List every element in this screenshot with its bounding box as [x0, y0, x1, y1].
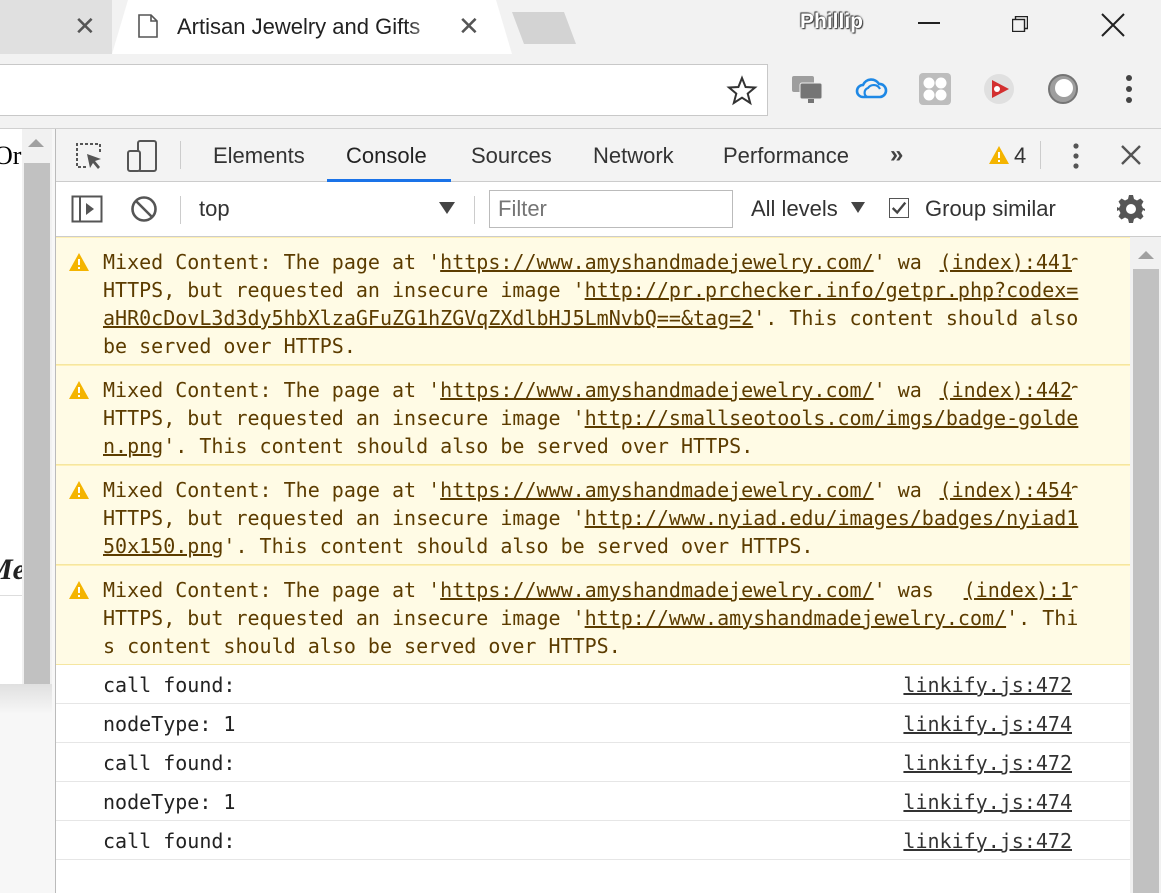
message-prefix: Mixed Content: The page at ' [103, 378, 441, 402]
context-selector[interactable]: top [199, 196, 230, 222]
tab-title: Artisan Jewelry and Gifts [177, 14, 421, 39]
page-shadow [0, 684, 52, 714]
check-icon [891, 201, 907, 215]
console-log-message: nodeType: 1 linkify.js:474 [56, 704, 1130, 743]
console-log-message: call found: linkify.js:472 [56, 743, 1130, 782]
star-icon[interactable] [726, 75, 758, 107]
page-url-link[interactable]: https://www.amyshandmadejewelry.com/ [440, 578, 873, 602]
device-toolbar-icon[interactable] [126, 139, 158, 173]
resource-url-link[interactable]: http://www.amyshandmadejewelry.com/ [585, 606, 1006, 630]
tab-sources[interactable]: Sources [471, 143, 552, 169]
tab-previous[interactable]: ✕ [0, 0, 112, 54]
scroll-up-arrow-icon[interactable] [1138, 251, 1154, 259]
page-divider [0, 595, 22, 596]
message-prefix: Mixed Content: The page at ' [103, 478, 441, 502]
warning-icon [69, 381, 89, 399]
log-levels-selector[interactable]: All levels [751, 196, 838, 222]
window-close-icon[interactable] [1100, 12, 1126, 38]
grid-extension-icon[interactable] [918, 72, 952, 106]
cloud-extension-icon[interactable] [854, 72, 888, 106]
monitor-extension-icon[interactable] [790, 72, 824, 106]
minimize-icon[interactable] [918, 22, 940, 24]
console-scrollbar[interactable] [1130, 237, 1161, 893]
tab-console[interactable]: Console [346, 143, 427, 169]
message-prefix: Mixed Content: The page at ' [103, 250, 441, 274]
address-bar[interactable] [0, 64, 768, 116]
warning-icon [69, 253, 89, 271]
toolbar-separator [180, 196, 181, 224]
devtools-menu-icon[interactable] [1064, 141, 1088, 171]
source-link[interactable]: linkify.js:474 [885, 710, 1072, 738]
restore-icon[interactable] [1012, 16, 1028, 32]
console-warning-message: Mixed Content: The page at 'https://www.… [56, 465, 1130, 565]
console-filter-input[interactable] [489, 190, 733, 228]
console-warning-message: Mixed Content: The page at 'https://www.… [56, 365, 1130, 465]
page-url-link[interactable]: https://www.amyshandmadejewelry.com/ [440, 478, 873, 502]
clear-console-icon[interactable] [130, 195, 158, 223]
source-link[interactable]: (index):441 [921, 248, 1072, 276]
warning-icon[interactable] [988, 145, 1010, 165]
console-scroll-thumb[interactable] [1133, 269, 1159, 893]
console-messages: Mixed Content: The page at 'https://www.… [56, 237, 1130, 893]
source-link[interactable]: linkify.js:472 [885, 671, 1072, 699]
message-suffix: '. This content should also be served ov… [223, 534, 814, 558]
source-link[interactable]: (index):454 [921, 476, 1072, 504]
source-link[interactable]: linkify.js:474 [885, 788, 1072, 816]
page-scroll-thumb[interactable] [24, 163, 50, 684]
page-text-fragment: Or [0, 141, 22, 170]
toolbar-separator [180, 141, 181, 169]
document-icon [138, 14, 158, 38]
source-link[interactable]: linkify.js:472 [885, 749, 1072, 777]
tab-strip: ✕ Artisan Jewelry and Gifts ✕ Phillip [0, 0, 1161, 54]
warning-icon [69, 481, 89, 499]
toolbar-separator [474, 196, 475, 224]
scroll-up-arrow-icon[interactable] [28, 139, 44, 147]
page-content: Or Me [0, 129, 26, 684]
page-viewport: Or Me [0, 129, 55, 893]
gear-icon[interactable] [1116, 194, 1146, 224]
close-devtools-icon[interactable] [1120, 144, 1142, 166]
group-similar-label[interactable]: Group similar [925, 196, 1056, 222]
tab-active[interactable]: Artisan Jewelry and Gifts ✕ [112, 0, 512, 54]
devtools-tab-bar: Elements Console Sources Network Perform… [56, 129, 1161, 182]
inspect-element-icon[interactable] [74, 141, 104, 171]
page-url-link[interactable]: https://www.amyshandmadejewelry.com/ [440, 378, 873, 402]
tab-network[interactable]: Network [593, 143, 674, 169]
profile-name[interactable]: Phillip [800, 10, 863, 34]
browser-toolbar [0, 54, 1161, 129]
browser-menu-icon[interactable] [1112, 72, 1146, 106]
warning-icon [69, 581, 89, 599]
record-extension-icon[interactable] [982, 72, 1016, 106]
message-prefix: Mixed Content: The page at ' [103, 578, 441, 602]
devtools-panel: Elements Console Sources Network Perform… [55, 129, 1161, 893]
sidebar-toggle-icon[interactable] [71, 195, 103, 223]
console-log-message: call found: linkify.js:472 [56, 665, 1130, 704]
new-tab-button[interactable] [512, 12, 576, 44]
tab-performance[interactable]: Performance [723, 143, 849, 169]
page-scrollbar[interactable] [22, 129, 52, 684]
console-filter-bar: top All levels Group similar [56, 182, 1161, 237]
more-tabs-icon[interactable]: » [890, 141, 903, 169]
source-link[interactable]: (index):442 [921, 376, 1072, 404]
source-link[interactable]: (index):1 [945, 576, 1072, 604]
close-tab-icon[interactable]: ✕ [458, 12, 480, 40]
chevron-down-icon[interactable] [439, 202, 455, 214]
toolbar-separator [1040, 141, 1041, 169]
console-log-message: call found: linkify.js:472 [56, 821, 1130, 860]
circle-extension-icon[interactable] [1046, 72, 1080, 106]
message-suffix: '. This content should also be served ov… [163, 434, 754, 458]
warning-count[interactable]: 4 [1014, 143, 1026, 169]
page-url-link[interactable]: https://www.amyshandmadejewelry.com/ [440, 250, 873, 274]
group-similar-checkbox[interactable] [889, 198, 909, 218]
console-log-message: nodeType: 1 linkify.js:474 [56, 782, 1130, 821]
console-warning-message: Mixed Content: The page at 'https://www.… [56, 237, 1130, 365]
close-tab-icon[interactable]: ✕ [74, 12, 96, 40]
chevron-down-icon[interactable] [851, 202, 865, 213]
console-warning-message: Mixed Content: The page at 'https://www.… [56, 565, 1130, 665]
tab-elements[interactable]: Elements [213, 143, 305, 169]
source-link[interactable]: linkify.js:472 [885, 827, 1072, 855]
